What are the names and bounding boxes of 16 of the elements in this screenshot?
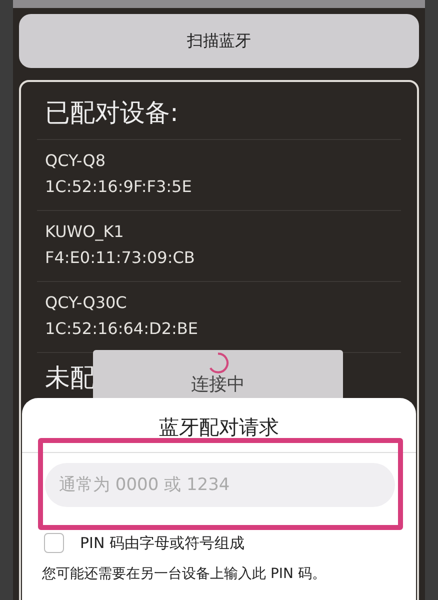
loading-spinner-icon — [207, 352, 229, 374]
scan-button[interactable]: 扫描蓝牙 — [19, 14, 419, 68]
device-name[interactable]: QCY-Q30C — [45, 290, 393, 316]
dialog-title: 蓝牙配对请求 — [158, 414, 280, 441]
checkbox-label: PIN 码由字母或符号组成 — [80, 534, 244, 552]
device-address: F4:E0:11:73:09:CB — [45, 247, 196, 269]
checkbox[interactable] — [44, 533, 64, 553]
pin-input-field[interactable]: 通常为 0000 或 1234 — [45, 463, 395, 507]
device-address: 1C:52:16:64:D2:BE — [45, 318, 199, 340]
device-address: 1C:52:16:9F:F3:5E — [45, 176, 193, 198]
device-name[interactable]: QCY-Q8 — [45, 148, 393, 174]
section-title: 未配 — [44, 362, 96, 394]
connecting-text: 连接中 — [191, 375, 245, 395]
note-text: 您可能还需要在另一台设备上输入此 PIN 码。 — [42, 565, 327, 583]
section-title: 已配对设备: — [37, 94, 401, 140]
device-name[interactable]: KUWO_K1 — [45, 219, 393, 245]
